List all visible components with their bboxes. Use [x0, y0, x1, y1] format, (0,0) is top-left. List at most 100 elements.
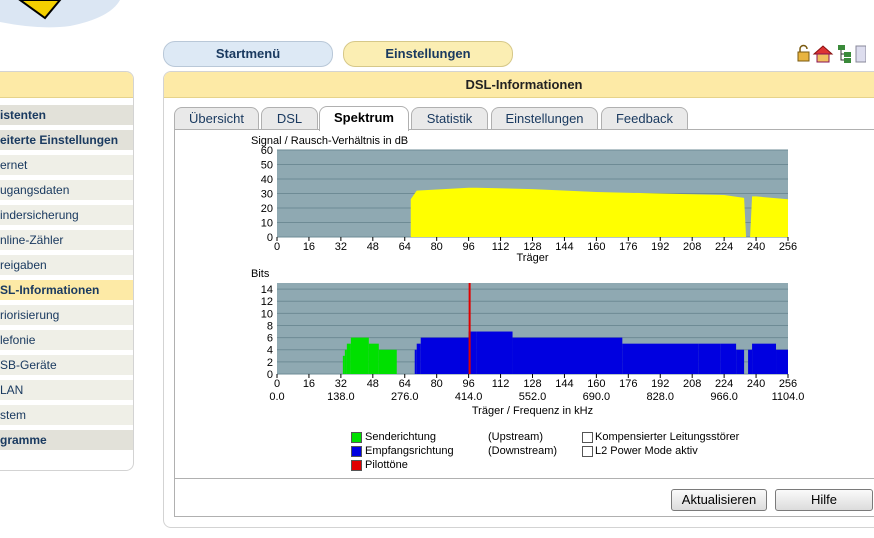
tab-settings[interactable]: Einstellungen	[491, 107, 598, 130]
x-tick-label: 176	[619, 378, 637, 390]
help-button[interactable]: Hilfe	[775, 489, 873, 511]
freq-tick-label: 138.0	[327, 391, 355, 403]
lock-icon[interactable]	[797, 44, 810, 62]
x-tick-label: 176	[619, 241, 637, 253]
chart-title: Bits	[251, 268, 270, 280]
legend-downstream: Empfangsrichtung	[365, 445, 454, 457]
x-tick-label: 32	[335, 378, 347, 390]
sidebar-item[interactable]: LAN	[0, 380, 133, 401]
upstream-bar	[344, 349, 347, 374]
sidebar: istenten eiterte Einstellungen ernet ugangs…	[0, 71, 134, 471]
sidebar-item[interactable]: nline-Zähler	[0, 230, 133, 251]
tab-overview[interactable]: Übersicht	[174, 107, 259, 130]
x-tick-label: 96	[463, 378, 475, 390]
x-tick-label: 208	[683, 378, 701, 390]
upstream-bar	[350, 337, 369, 374]
sidebar-item[interactable]: SL-Informationen	[0, 280, 133, 301]
upstream-bar	[368, 343, 379, 374]
upstream-bar	[342, 355, 345, 374]
x-tick-label: 240	[747, 241, 765, 253]
sidebar-item[interactable]: SB-Geräte	[0, 355, 133, 376]
freq-tick-label: 0.0	[269, 391, 284, 403]
y-tick-label: 10	[261, 308, 273, 320]
x-tick-label: 240	[747, 378, 765, 390]
x-tick-label: 224	[715, 241, 733, 253]
y-tick-label: 0	[267, 232, 273, 244]
legend-downstream-paren: (Downstream)	[488, 445, 558, 457]
sidebar-item[interactable]: ernet	[0, 155, 133, 176]
sitemap-icon[interactable]	[838, 45, 851, 63]
help-icon[interactable]	[855, 45, 866, 63]
freq-tick-label: 828.0	[646, 391, 674, 403]
sidebar-item[interactable]: eiterte Einstellungen	[0, 130, 133, 151]
freq-tick-label: 414.0	[455, 391, 483, 403]
downstream-bar	[748, 349, 753, 374]
x-tick-label: 128	[523, 378, 541, 390]
sidebar-item[interactable]: ugangsdaten	[0, 180, 133, 201]
x-tick-label: 0	[274, 378, 280, 390]
fritzbox-logo	[0, 0, 120, 28]
x-tick-label: 224	[715, 378, 733, 390]
x-tick-label: 80	[431, 378, 443, 390]
sidebar-item[interactable]: indersicherung	[0, 205, 133, 226]
x-tick-label: 160	[587, 241, 605, 253]
downstream-bar	[720, 343, 737, 374]
sidebar-item[interactable]: gramme	[0, 430, 133, 451]
x-tick-label: 144	[555, 241, 573, 253]
chart-title: Signal / Rausch-Verhältnis in dB	[251, 135, 408, 147]
freq-tick-label: 1104.0	[772, 391, 805, 403]
x-tick-label: 192	[651, 241, 669, 253]
home-icon[interactable]	[812, 45, 834, 63]
y-tick-label: 40	[261, 174, 273, 186]
downstream-bar	[512, 337, 623, 374]
dsl-info-panel: DSL-Informationen Übersicht DSL Spektrum…	[163, 71, 874, 528]
sidebar-item[interactable]: istenten	[0, 105, 133, 126]
freq-tick-label: 276.0	[391, 391, 419, 403]
startmenu-button[interactable]: Startmenü	[163, 41, 333, 67]
legend-upstream: Senderichtung	[365, 431, 436, 443]
x-tick-label: 16	[303, 241, 315, 253]
upstream-bar	[346, 343, 351, 374]
x-tick-label: 160	[587, 378, 605, 390]
y-tick-label: 4	[267, 345, 273, 357]
sidebar-item[interactable]: stem	[0, 405, 133, 426]
freq-tick-label: 552.0	[519, 391, 547, 403]
spectrum-tab-content: 0 10 20 30 40 50 60 0 16 32 48 64 80 96 112 128 144 160 17…	[174, 129, 874, 517]
x-tick-label: 112	[492, 378, 510, 390]
tab-statistics[interactable]: Statistik	[411, 107, 488, 130]
legend-upstream-swatch	[351, 432, 362, 443]
downstream-bar	[698, 343, 721, 374]
upstream-bar	[378, 349, 397, 374]
downstream-bar	[420, 337, 469, 374]
sidebar-item[interactable]: riorisierung	[0, 305, 133, 326]
freq-tick-label: 966.0	[710, 391, 738, 403]
tab-dsl[interactable]: DSL	[261, 107, 318, 130]
y-tick-label: 8	[267, 320, 273, 332]
divider	[175, 478, 874, 479]
settings-button[interactable]: Einstellungen	[343, 41, 513, 67]
x-tick-label: 48	[367, 241, 379, 253]
y-tick-label: 50	[261, 160, 273, 172]
y-tick-label: 6	[267, 333, 273, 345]
legend-pilot-swatch	[351, 460, 362, 471]
x-tick-label: 48	[367, 378, 379, 390]
legend-pilot: Pilottöne	[365, 459, 408, 471]
tab-feedback[interactable]: Feedback	[601, 107, 688, 130]
y-tick-label: 12	[261, 296, 273, 308]
downstream-bar	[416, 343, 421, 374]
x-tick-label: 0	[274, 241, 280, 253]
sidebar-item[interactable]: lefonie	[0, 330, 133, 351]
legend-disturber-swatch	[582, 432, 593, 443]
downstream-bar	[622, 343, 699, 374]
legend-downstream-swatch	[351, 446, 362, 457]
x-tick-label: 64	[399, 378, 411, 390]
sidebar-item[interactable]: reigaben	[0, 255, 133, 276]
spectrum-charts: 01020304050600 16 32 48 64 80 96 112 128 144 160 17…	[251, 135, 805, 417]
x-tick-label: 80	[431, 241, 443, 253]
tab-spectrum[interactable]: Spektrum	[319, 106, 409, 131]
legend-upstream-paren: (Upstream)	[488, 431, 544, 443]
downstream-bar	[736, 349, 745, 374]
refresh-button[interactable]: Aktualisieren	[671, 489, 767, 511]
x-tick-label: 192	[651, 378, 669, 390]
downstream-bar	[414, 349, 417, 374]
